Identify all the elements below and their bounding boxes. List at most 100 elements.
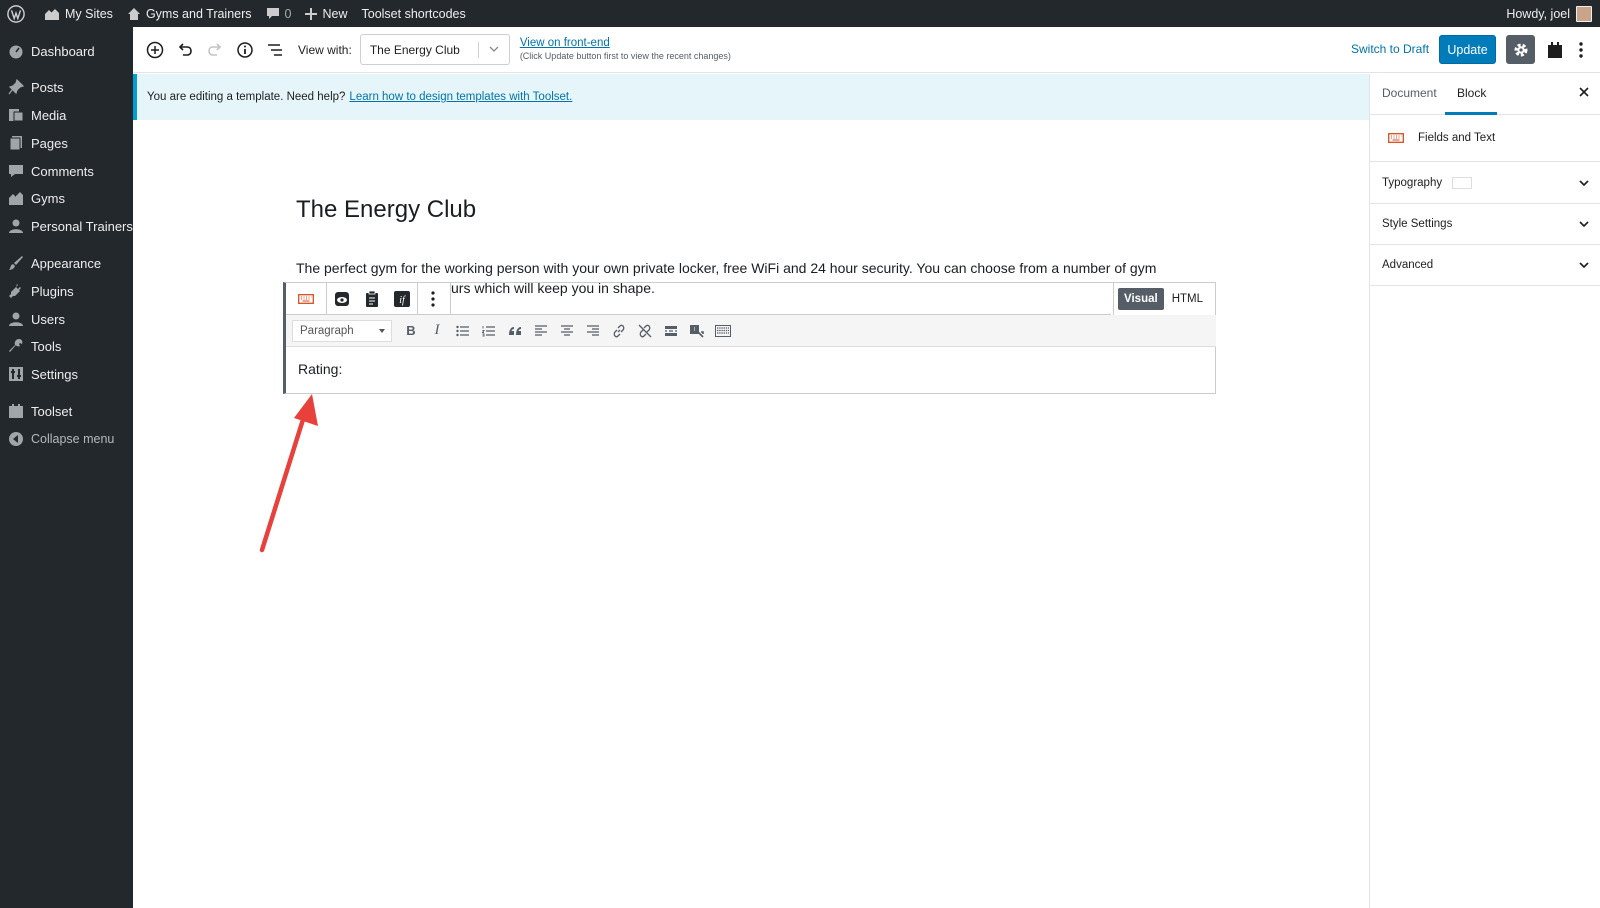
front-end-block: View on front-end (Click Update button f…: [520, 37, 731, 62]
view-with-select[interactable]: The Energy Club: [359, 34, 510, 65]
sidebar-item-toolset[interactable]: Toolset: [0, 397, 133, 425]
link-icon: [613, 324, 625, 337]
sidebar-item-label: Gyms: [31, 190, 65, 206]
notice-text: You are editing a template. Need help?: [147, 91, 346, 103]
read-more-icon: [665, 325, 677, 336]
comment-bubble-icon: [266, 7, 279, 19]
toolset-view-button[interactable]: [327, 283, 357, 314]
sidebar-item-label: Comments: [31, 163, 94, 179]
toolset-icon: [9, 404, 23, 418]
numbered-list-button[interactable]: [476, 318, 502, 344]
block-more-options-button[interactable]: [417, 283, 447, 314]
front-end-note: (Click Update button first to view the r…: [519, 50, 731, 61]
align-center-button[interactable]: [554, 318, 580, 344]
tab-document[interactable]: Document: [1382, 86, 1437, 100]
editor-mode-tabs: Visual HTML: [1113, 283, 1215, 315]
sidebar-item-label: Users: [31, 311, 65, 327]
align-left-button[interactable]: [528, 318, 554, 344]
arrow-shaft: [259, 407, 309, 553]
sidebar-item-label: Personal Trainers: [31, 218, 133, 234]
switch-to-draft-button[interactable]: Switch to Draft: [1351, 42, 1429, 56]
bullet-list-button[interactable]: [450, 318, 476, 344]
toolbar-toggle-button[interactable]: [710, 318, 736, 344]
typography-swatch: [1452, 177, 1473, 189]
dashboard-icon: [9, 45, 23, 59]
panel-typography[interactable]: Typography: [1370, 163, 1600, 204]
conditional-if-icon: if: [394, 290, 410, 307]
keyboard-icon: [298, 293, 314, 304]
wordpress-logo[interactable]: [0, 0, 37, 27]
visual-tab[interactable]: Visual: [1118, 288, 1164, 310]
sidebar-item-personal-trainers[interactable]: Personal Trainers: [0, 212, 133, 240]
toolset-button[interactable]: [1542, 37, 1568, 63]
sidebar-item-dashboard[interactable]: Dashboard: [0, 37, 133, 65]
chevron-down-icon: [1579, 180, 1589, 187]
toolset-fields-button[interactable]: [357, 283, 387, 314]
account-menu[interactable]: Howdy, joel: [1499, 0, 1600, 27]
vertical-ellipsis-icon: [1579, 42, 1583, 58]
settings-toggle-button[interactable]: [1506, 35, 1535, 64]
post-title[interactable]: The Energy Club: [296, 196, 476, 224]
panel-title: Style Settings: [1382, 218, 1453, 230]
sidebar-item-label: Collapse menu: [31, 432, 115, 446]
comments-menu[interactable]: 0: [259, 0, 299, 27]
gyms-icon: [9, 192, 23, 205]
sidebar-item-users[interactable]: Users: [0, 305, 133, 333]
sidebar-item-posts[interactable]: Posts: [0, 73, 133, 101]
sidebar-item-comments[interactable]: Comments: [0, 157, 133, 185]
sidebar-item-plugins[interactable]: Plugins: [0, 277, 133, 305]
view-front-end-link[interactable]: View on front-end: [520, 37, 731, 50]
toolset-fields-insert-button[interactable]: [684, 318, 710, 344]
paragraph-block[interactable]: The perfect gym for the working person w…: [296, 258, 1196, 279]
insert-link-button[interactable]: [606, 318, 632, 344]
brush-icon: [9, 256, 23, 270]
html-tab[interactable]: HTML: [1164, 288, 1211, 310]
collapse-icon: [9, 432, 23, 446]
bold-button[interactable]: B: [398, 318, 424, 344]
notice-help-link[interactable]: Learn how to design templates with Tools…: [349, 91, 572, 103]
new-content-menu[interactable]: New: [298, 0, 354, 27]
pages-icon: [9, 136, 22, 151]
conditional-output-button[interactable]: if: [387, 283, 417, 314]
format-select[interactable]: Paragraph: [292, 319, 392, 342]
close-icon[interactable]: [1578, 86, 1590, 98]
more-options-button[interactable]: [1570, 37, 1592, 63]
block-navigation-button[interactable]: [260, 35, 290, 65]
site-name-label: Gyms and Trainers: [145, 6, 252, 21]
sidebar-item-label: Plugins: [31, 283, 74, 299]
sidebar-item-tools[interactable]: Tools: [0, 332, 133, 360]
rating-label[interactable]: Rating:: [298, 361, 342, 377]
panel-style-settings[interactable]: Style Settings: [1370, 204, 1600, 245]
home-icon: [127, 7, 140, 20]
italic-button[interactable]: I: [424, 318, 450, 344]
arrow-head: [294, 394, 318, 426]
align-right-button[interactable]: [580, 318, 606, 344]
numbered-list-icon: [482, 325, 495, 336]
fields-and-text-block[interactable]: if urs which will keep you in shape. Vis…: [283, 280, 1216, 394]
toolset-shortcodes-menu[interactable]: Toolset shortcodes: [355, 0, 473, 27]
update-button[interactable]: Update: [1439, 35, 1496, 64]
undo-button[interactable]: [170, 35, 200, 65]
sidebar-item-appearance[interactable]: Appearance: [0, 249, 133, 277]
sidebar-item-media[interactable]: Media: [0, 101, 133, 129]
redo-button[interactable]: [200, 35, 230, 65]
sidebar-item-gyms[interactable]: Gyms: [0, 184, 133, 212]
read-more-button[interactable]: [658, 318, 684, 344]
keyboard-icon: [1388, 133, 1404, 143]
howdy-label: Howdy, joel: [1506, 6, 1570, 21]
panel-advanced[interactable]: Advanced: [1370, 245, 1600, 286]
sidebar-item-pages[interactable]: Pages: [0, 129, 133, 157]
block-type-button[interactable]: [286, 283, 327, 314]
remove-link-button[interactable]: [632, 318, 658, 344]
sidebar-item-settings[interactable]: Settings: [0, 360, 133, 388]
content-info-button[interactable]: [230, 35, 260, 65]
site-name-menu[interactable]: Gyms and Trainers: [120, 0, 259, 27]
blockquote-button[interactable]: [502, 318, 528, 344]
new-label: New: [322, 6, 348, 21]
editor-header: View with: The Energy Club View on front…: [133, 27, 1600, 73]
tab-block[interactable]: Block: [1457, 86, 1486, 100]
add-block-button[interactable]: [140, 35, 170, 65]
my-sites-menu[interactable]: My Sites: [37, 0, 120, 27]
sidebar-collapse-menu[interactable]: Collapse menu: [0, 425, 133, 453]
block-toolbar: if: [286, 283, 451, 315]
